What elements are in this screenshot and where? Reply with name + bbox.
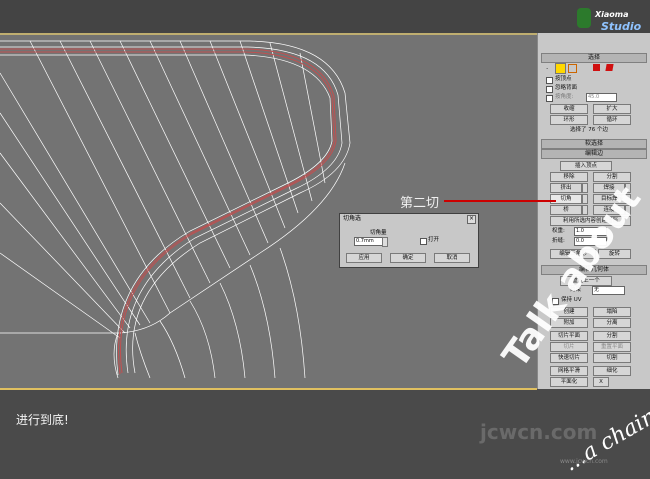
rollout-select[interactable]: 选择 [541, 53, 647, 63]
collapse-button[interactable]: 塌陷 [593, 307, 631, 317]
grow-button[interactable]: 扩大 [593, 104, 631, 114]
caption-text: 进行到底! [16, 413, 69, 427]
cancel-button[interactable]: 取消 [434, 253, 470, 263]
border-icon[interactable] [568, 64, 577, 73]
close-icon[interactable]: × [467, 215, 476, 224]
chamfer-settings-button[interactable] [582, 194, 588, 204]
insert-vertex-button[interactable]: 插入顶点 [560, 161, 612, 171]
weight-label: 权重: [552, 228, 565, 234]
extrude-settings-button[interactable] [582, 183, 588, 193]
ignore-backfacing-label: 忽略背面 [555, 85, 578, 91]
logo-line2: Studio [601, 20, 642, 33]
x-button[interactable]: X [593, 377, 609, 387]
url-watermark: www.jcwcn.com [560, 458, 608, 465]
shrink-button[interactable]: 收缩 [550, 104, 588, 114]
rollout-soft-selection[interactable]: 软选择 [541, 139, 647, 149]
split-toggle[interactable]: 分割 [593, 331, 631, 341]
vertex-icon[interactable]: · [546, 65, 548, 73]
polygon-icon[interactable] [593, 64, 600, 71]
viewport[interactable] [0, 33, 537, 389]
selection-count: 选择了 76 个边 [570, 127, 608, 133]
viewport-active-border [0, 388, 537, 390]
by-angle-checkbox[interactable] [546, 95, 553, 102]
edge-icon[interactable] [555, 63, 566, 74]
meshsmooth-button[interactable]: 网格平滑 [550, 366, 588, 376]
bridge-button[interactable]: 桥 [550, 205, 582, 215]
rollout-edit-edges[interactable]: 编辑边 [541, 149, 647, 159]
viewport-top-border [0, 33, 537, 35]
ignore-backfacing-checkbox[interactable] [546, 86, 553, 93]
remove-button[interactable]: 移除 [550, 172, 588, 182]
by-vertex-checkbox[interactable] [546, 77, 553, 84]
chamfer-amount-spinner[interactable] [382, 237, 388, 247]
chamfer-amount-label: 切角量 [370, 230, 387, 236]
apply-button[interactable]: 应用 [346, 253, 382, 263]
ok-button[interactable]: 确定 [390, 253, 426, 263]
wireframe-mesh [0, 40, 351, 379]
chamfer-button[interactable]: 切角 [550, 194, 582, 204]
mascot-icon [577, 8, 591, 28]
chamfer-dialog: 切角选 × 切角量 0.7mm 打开 应用 确定 取消 [339, 213, 479, 268]
by-vertex-label: 按顶点 [555, 76, 572, 82]
callout-label: 第二切 [400, 196, 440, 211]
extrude-button[interactable]: 挤出 [550, 183, 582, 193]
reset-plane-button[interactable]: 重置平面 [593, 342, 631, 352]
top-bar [0, 0, 650, 33]
bridge-settings-button[interactable] [582, 205, 588, 215]
detach-button[interactable]: 分离 [593, 318, 631, 328]
dialog-title: 切角选 [340, 214, 478, 223]
open-checkbox[interactable] [420, 238, 427, 245]
split-button[interactable]: 分割 [593, 172, 631, 182]
element-icon[interactable] [605, 64, 614, 71]
angle-input[interactable]: 45.0 [586, 93, 617, 102]
planarize-button[interactable]: 平面化 [550, 377, 588, 387]
site-watermark: jcwcn.com [480, 420, 598, 444]
cut-button[interactable]: 切割 [593, 353, 631, 363]
chamfer-amount-input[interactable]: 0.7mm [354, 237, 383, 246]
ring-button[interactable]: 环形 [550, 115, 588, 125]
by-angle-label: 按角度: [555, 94, 574, 100]
constraints-select[interactable]: 无 [592, 286, 625, 295]
open-label: 打开 [428, 237, 440, 243]
slice-button[interactable]: 切片 [550, 342, 588, 352]
tessellate-button[interactable]: 细化 [593, 366, 631, 376]
callout-pointer-line [444, 200, 556, 202]
crease-label: 折缝: [552, 238, 565, 244]
loop-button[interactable]: 循环 [593, 115, 631, 125]
quickslice-button[interactable]: 快速切片 [550, 353, 588, 363]
logo-line1: Xiaoma [595, 10, 629, 19]
